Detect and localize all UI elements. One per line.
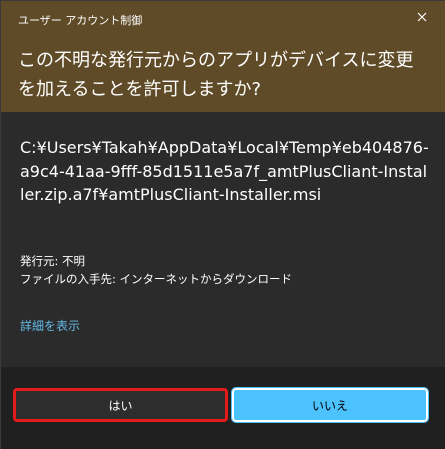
close-button[interactable] bbox=[412, 7, 432, 27]
permission-question: この不明な発行元からのアプリがデバイスに変更を加えることを許可しますか? bbox=[18, 50, 414, 100]
yes-button[interactable]: はい bbox=[13, 388, 228, 422]
dialog-footer: はい いいえ bbox=[1, 367, 445, 449]
show-details-link[interactable]: 詳細を表示 bbox=[20, 317, 80, 334]
dialog-title: ユーザー アカウント制御 bbox=[18, 14, 143, 27]
dialog-header: ユーザー アカウント制御 この不明な発行元からのアプリがデバイスに変更を加えるこ… bbox=[1, 1, 445, 112]
no-button[interactable]: いいえ bbox=[231, 387, 429, 423]
publisher-text: 発行元: 不明 bbox=[20, 254, 86, 268]
file-meta: 発行元: 不明 ファイルの入手先: インターネットからダウンロード bbox=[20, 252, 292, 288]
close-icon bbox=[417, 12, 427, 22]
dialog-content: C:¥Users¥Takah¥AppData¥Local¥Temp¥eb4048… bbox=[1, 112, 445, 367]
uac-dialog: ユーザー アカウント制御 この不明な発行元からのアプリがデバイスに変更を加えるこ… bbox=[0, 0, 445, 449]
file-path: C:¥Users¥Takah¥AppData¥Local¥Temp¥eb4048… bbox=[20, 138, 429, 204]
file-origin-text: ファイルの入手先: インターネットからダウンロード bbox=[20, 272, 293, 286]
